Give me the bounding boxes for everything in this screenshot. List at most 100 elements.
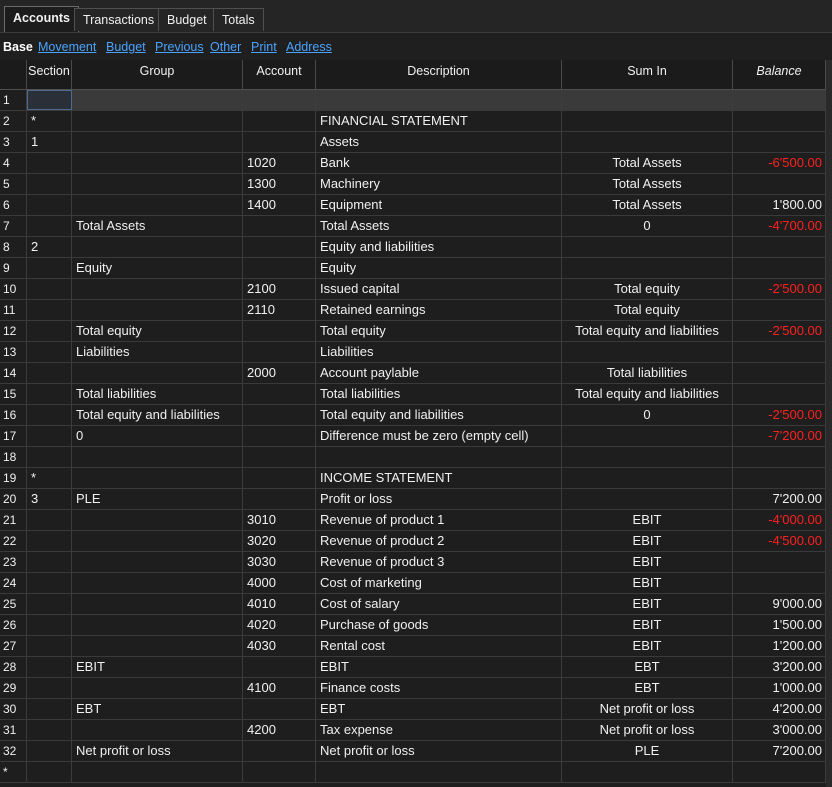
cell-sum-in[interactable]	[562, 258, 733, 278]
table-row[interactable]: *	[0, 762, 826, 783]
cell-section[interactable]: *	[27, 468, 72, 488]
cell-account[interactable]	[243, 384, 316, 404]
cell-group[interactable]: Total liabilities	[72, 384, 243, 404]
cell-description[interactable]: EBT	[316, 699, 562, 719]
cell-balance[interactable]: -2'500.00	[733, 405, 826, 425]
cell-sum-in[interactable]: Total equity	[562, 300, 733, 320]
header-sum-in[interactable]: Sum In	[562, 60, 733, 89]
cell-balance[interactable]: 3'200.00	[733, 657, 826, 677]
cell-group[interactable]	[72, 636, 243, 656]
table-row[interactable]: 2 * FINANCIAL STATEMENT	[0, 111, 826, 132]
header-group[interactable]: Group	[72, 60, 243, 89]
cell-sum-in[interactable]: Total Assets	[562, 195, 733, 215]
cell-description[interactable]: Total Assets	[316, 216, 562, 236]
table-row[interactable]: 22 3020 Revenue of product 2 EBIT -4'500.00	[0, 531, 826, 552]
table-row[interactable]: 26 4020 Purchase of goods EBIT 1'500.00	[0, 615, 826, 636]
cell-balance[interactable]: -2'500.00	[733, 321, 826, 341]
cell-sum-in[interactable]	[562, 762, 733, 782]
cell-section[interactable]	[27, 363, 72, 383]
cell-group[interactable]	[72, 678, 243, 698]
cell-account[interactable]	[243, 216, 316, 236]
cell-description[interactable]: FINANCIAL STATEMENT	[316, 111, 562, 131]
cell-sum-in[interactable]: Total liabilities	[562, 363, 733, 383]
cell-sum-in[interactable]	[562, 426, 733, 446]
cell-sum-in[interactable]: Net profit or loss	[562, 720, 733, 740]
table-row[interactable]: 10 2100 Issued capital Total equity -2'500.0…	[0, 279, 826, 300]
cell-section[interactable]	[27, 447, 72, 467]
cell-sum-in[interactable]	[562, 111, 733, 131]
cell-sum-in[interactable]: EBIT	[562, 573, 733, 593]
cell-description[interactable]	[316, 762, 562, 782]
cell-section[interactable]	[27, 321, 72, 341]
cell-description[interactable]: Equity and liabilities	[316, 237, 562, 257]
cell-group[interactable]	[72, 237, 243, 257]
cell-group[interactable]: Net profit or loss	[72, 741, 243, 761]
cell-group[interactable]: Equity	[72, 258, 243, 278]
cell-account[interactable]: 1300	[243, 174, 316, 194]
cell-sum-in[interactable]: Total equity	[562, 279, 733, 299]
table-row[interactable]: 18	[0, 447, 826, 468]
cell-balance[interactable]: 9'000.00	[733, 594, 826, 614]
table-row[interactable]: 31 4200 Tax expense Net profit or loss 3'000…	[0, 720, 826, 741]
cell-balance[interactable]	[733, 762, 826, 782]
cell-group[interactable]	[72, 111, 243, 131]
cell-account[interactable]: 1400	[243, 195, 316, 215]
cell-group[interactable]	[72, 573, 243, 593]
cell-account[interactable]: 1020	[243, 153, 316, 173]
view-movement[interactable]: Movement	[38, 40, 96, 54]
cell-balance[interactable]	[733, 111, 826, 131]
cell-sum-in[interactable]	[562, 90, 733, 110]
table-row[interactable]: 9 Equity Equity	[0, 258, 826, 279]
cell-sum-in[interactable]: PLE	[562, 741, 733, 761]
cell-section[interactable]	[27, 657, 72, 677]
cell-description[interactable]	[316, 447, 562, 467]
tab-transactions[interactable]: Transactions	[74, 8, 164, 31]
cell-description[interactable]: Machinery	[316, 174, 562, 194]
cell-sum-in[interactable]: EBIT	[562, 510, 733, 530]
cell-description[interactable]: Cost of marketing	[316, 573, 562, 593]
header-account[interactable]: Account	[243, 60, 316, 89]
cell-group[interactable]: Total equity and liabilities	[72, 405, 243, 425]
cell-section[interactable]: *	[27, 111, 72, 131]
table-row[interactable]: 14 2000 Account paylable Total liabilities	[0, 363, 826, 384]
header-section[interactable]: Section	[27, 60, 72, 89]
cell-section[interactable]	[27, 258, 72, 278]
table-row[interactable]: 19 * INCOME STATEMENT	[0, 468, 826, 489]
cell-description[interactable]: Account paylable	[316, 363, 562, 383]
cell-sum-in[interactable]	[562, 468, 733, 488]
view-print[interactable]: Print	[251, 40, 277, 54]
cell-group[interactable]	[72, 300, 243, 320]
cell-description[interactable]: Issued capital	[316, 279, 562, 299]
cell-account[interactable]: 4030	[243, 636, 316, 656]
cell-account[interactable]: 4200	[243, 720, 316, 740]
table-row[interactable]: 32 Net profit or loss Net profit or loss PL…	[0, 741, 826, 762]
cell-section[interactable]	[27, 384, 72, 404]
cell-balance[interactable]: 1'200.00	[733, 636, 826, 656]
cell-sum-in[interactable]: 0	[562, 405, 733, 425]
cell-group[interactable]	[72, 552, 243, 572]
cell-group[interactable]	[72, 531, 243, 551]
cell-section[interactable]	[27, 300, 72, 320]
cell-sum-in[interactable]: Total Assets	[562, 174, 733, 194]
cell-group[interactable]	[72, 762, 243, 782]
table-row[interactable]: 17 0 Difference must be zero (empty cell) -…	[0, 426, 826, 447]
vertical-scrollbar[interactable]	[826, 60, 832, 787]
cell-account[interactable]: 3010	[243, 510, 316, 530]
cell-sum-in[interactable]: EBIT	[562, 594, 733, 614]
cell-balance[interactable]	[733, 468, 826, 488]
cell-account[interactable]	[243, 237, 316, 257]
cell-group[interactable]	[72, 594, 243, 614]
cell-description[interactable]: Equipment	[316, 195, 562, 215]
cell-sum-in[interactable]: Net profit or loss	[562, 699, 733, 719]
cell-balance[interactable]	[733, 132, 826, 152]
table-row[interactable]: 27 4030 Rental cost EBIT 1'200.00	[0, 636, 826, 657]
cell-section[interactable]	[27, 741, 72, 761]
table-row[interactable]: 21 3010 Revenue of product 1 EBIT -4'000.00	[0, 510, 826, 531]
view-previous[interactable]: Previous	[155, 40, 204, 54]
cell-balance[interactable]	[733, 342, 826, 362]
cell-balance[interactable]: 7'200.00	[733, 489, 826, 509]
cell-balance[interactable]	[733, 363, 826, 383]
cell-section[interactable]	[27, 174, 72, 194]
cell-account[interactable]	[243, 762, 316, 782]
cell-account[interactable]	[243, 321, 316, 341]
